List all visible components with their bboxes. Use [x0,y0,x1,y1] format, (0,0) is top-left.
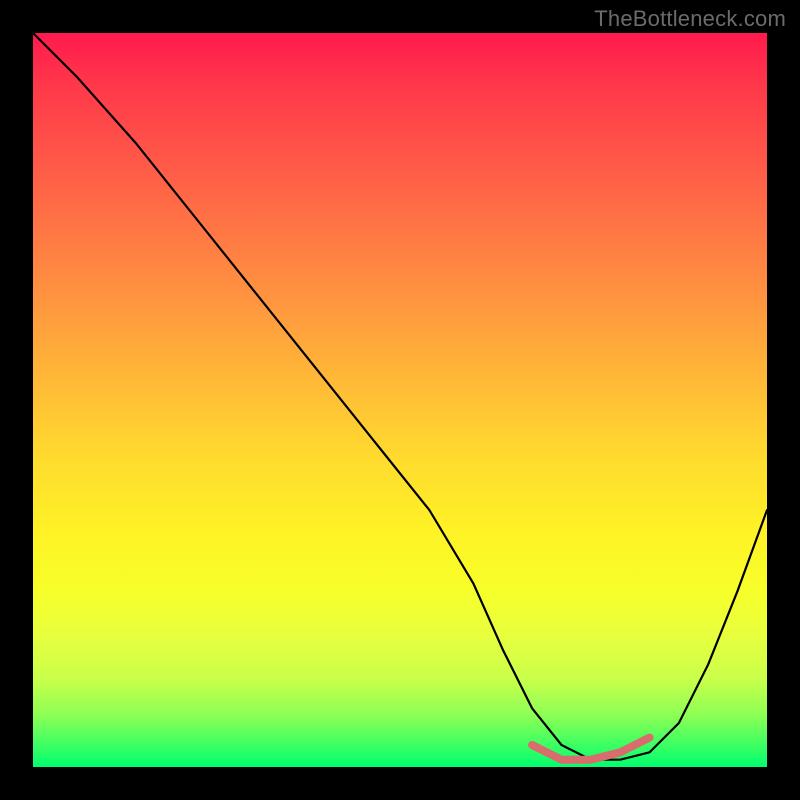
chart-frame: TheBottleneck.com [0,0,800,800]
bottleneck-curve [33,33,767,760]
curve-svg [33,33,767,767]
watermark-text: TheBottleneck.com [594,6,786,32]
plot-area [33,33,767,767]
